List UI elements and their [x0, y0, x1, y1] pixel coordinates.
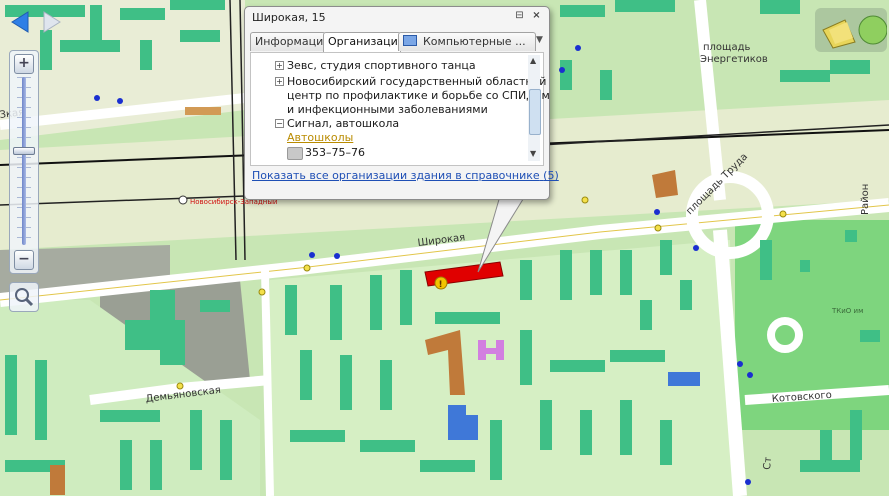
- svg-text:!: !: [439, 280, 443, 290]
- forward-arrow-icon[interactable]: [38, 10, 64, 34]
- tabs-dropdown-icon[interactable]: ▼: [536, 35, 543, 45]
- tab-computer-label: Компьютерные ...: [423, 35, 526, 48]
- org-item-signal[interactable]: Сигнал, автошкола: [287, 117, 399, 130]
- building-orange-small: [652, 170, 678, 198]
- layers-icon: [822, 15, 888, 49]
- scroll-up-icon[interactable]: ▲: [530, 56, 536, 65]
- zoom-slider-handle[interactable]: [13, 147, 35, 155]
- computer-icon: [403, 35, 417, 46]
- building-blue-2: [668, 372, 700, 386]
- show-all-count: (5): [543, 169, 559, 182]
- list-scrollbar[interactable]: ▲ ▼: [528, 55, 541, 161]
- street-label-energetikov-2: Энергетиков: [700, 54, 768, 65]
- railway-station-marker[interactable]: [178, 195, 188, 205]
- phone-icon: [287, 147, 303, 160]
- tab-information[interactable]: Информация: [250, 32, 326, 51]
- expand-toggle-1[interactable]: +: [275, 61, 284, 70]
- zoom-control: + −: [9, 50, 39, 274]
- tab-organizations[interactable]: Организации: [323, 32, 401, 52]
- tab-computer[interactable]: Компьютерные ...: [398, 32, 536, 51]
- zoom-in-button[interactable]: +: [14, 54, 34, 74]
- org-phone: 353–75–76: [305, 146, 365, 159]
- street-label-right-edge: Район: [860, 184, 871, 215]
- org-category-link[interactable]: Автошколы: [287, 131, 353, 144]
- collapse-toggle-3[interactable]: −: [275, 119, 284, 128]
- org-item-aids-center[interactable]: Новосибирский государственный областной: [287, 75, 546, 88]
- building-orange-sw: [50, 465, 65, 495]
- pin-icon[interactable]: ⊟: [514, 11, 525, 22]
- layers-button[interactable]: [815, 8, 888, 52]
- street-label-bottom: Ст: [762, 456, 774, 470]
- building-info-popup: Широкая, 15 ⊟ × Информация Организации К…: [244, 6, 559, 200]
- popup-title: Широкая, 15: [252, 11, 326, 24]
- show-all-organizations-link[interactable]: Показать все организации здания в справо…: [252, 169, 559, 182]
- show-all-label: Показать все организации здания в справо…: [252, 169, 540, 182]
- expand-toggle-2[interactable]: +: [275, 77, 284, 86]
- scroll-down-icon[interactable]: ▼: [530, 149, 536, 158]
- magnifier-icon: [15, 288, 34, 307]
- road-vertical-left: [261, 269, 274, 496]
- organizations-list: + Зевс, студия спортивного танца + Новос…: [250, 52, 550, 166]
- zoom-slider-track[interactable]: [22, 77, 26, 245]
- org-item-aids-center-line3: и инфекционными заболеваниями: [287, 103, 488, 116]
- org-item-aids-center-line2: центр по профилактике и борьбе со СПИДом: [287, 89, 550, 102]
- org-item-zevs[interactable]: Зевс, студия спортивного танца: [287, 59, 476, 72]
- zoom-out-button[interactable]: −: [14, 250, 34, 270]
- magnifier-button[interactable]: [9, 282, 39, 312]
- back-arrow-icon[interactable]: [8, 10, 34, 34]
- scroll-thumb[interactable]: [529, 89, 541, 135]
- park-label: ТКиО им: [831, 307, 863, 315]
- close-icon[interactable]: ×: [531, 11, 542, 22]
- building-orange-nw: [185, 107, 221, 115]
- street-label-energetikov-1: площадь: [703, 42, 751, 53]
- popup-tabs: Информация Организации Компьютерные ... …: [250, 32, 546, 52]
